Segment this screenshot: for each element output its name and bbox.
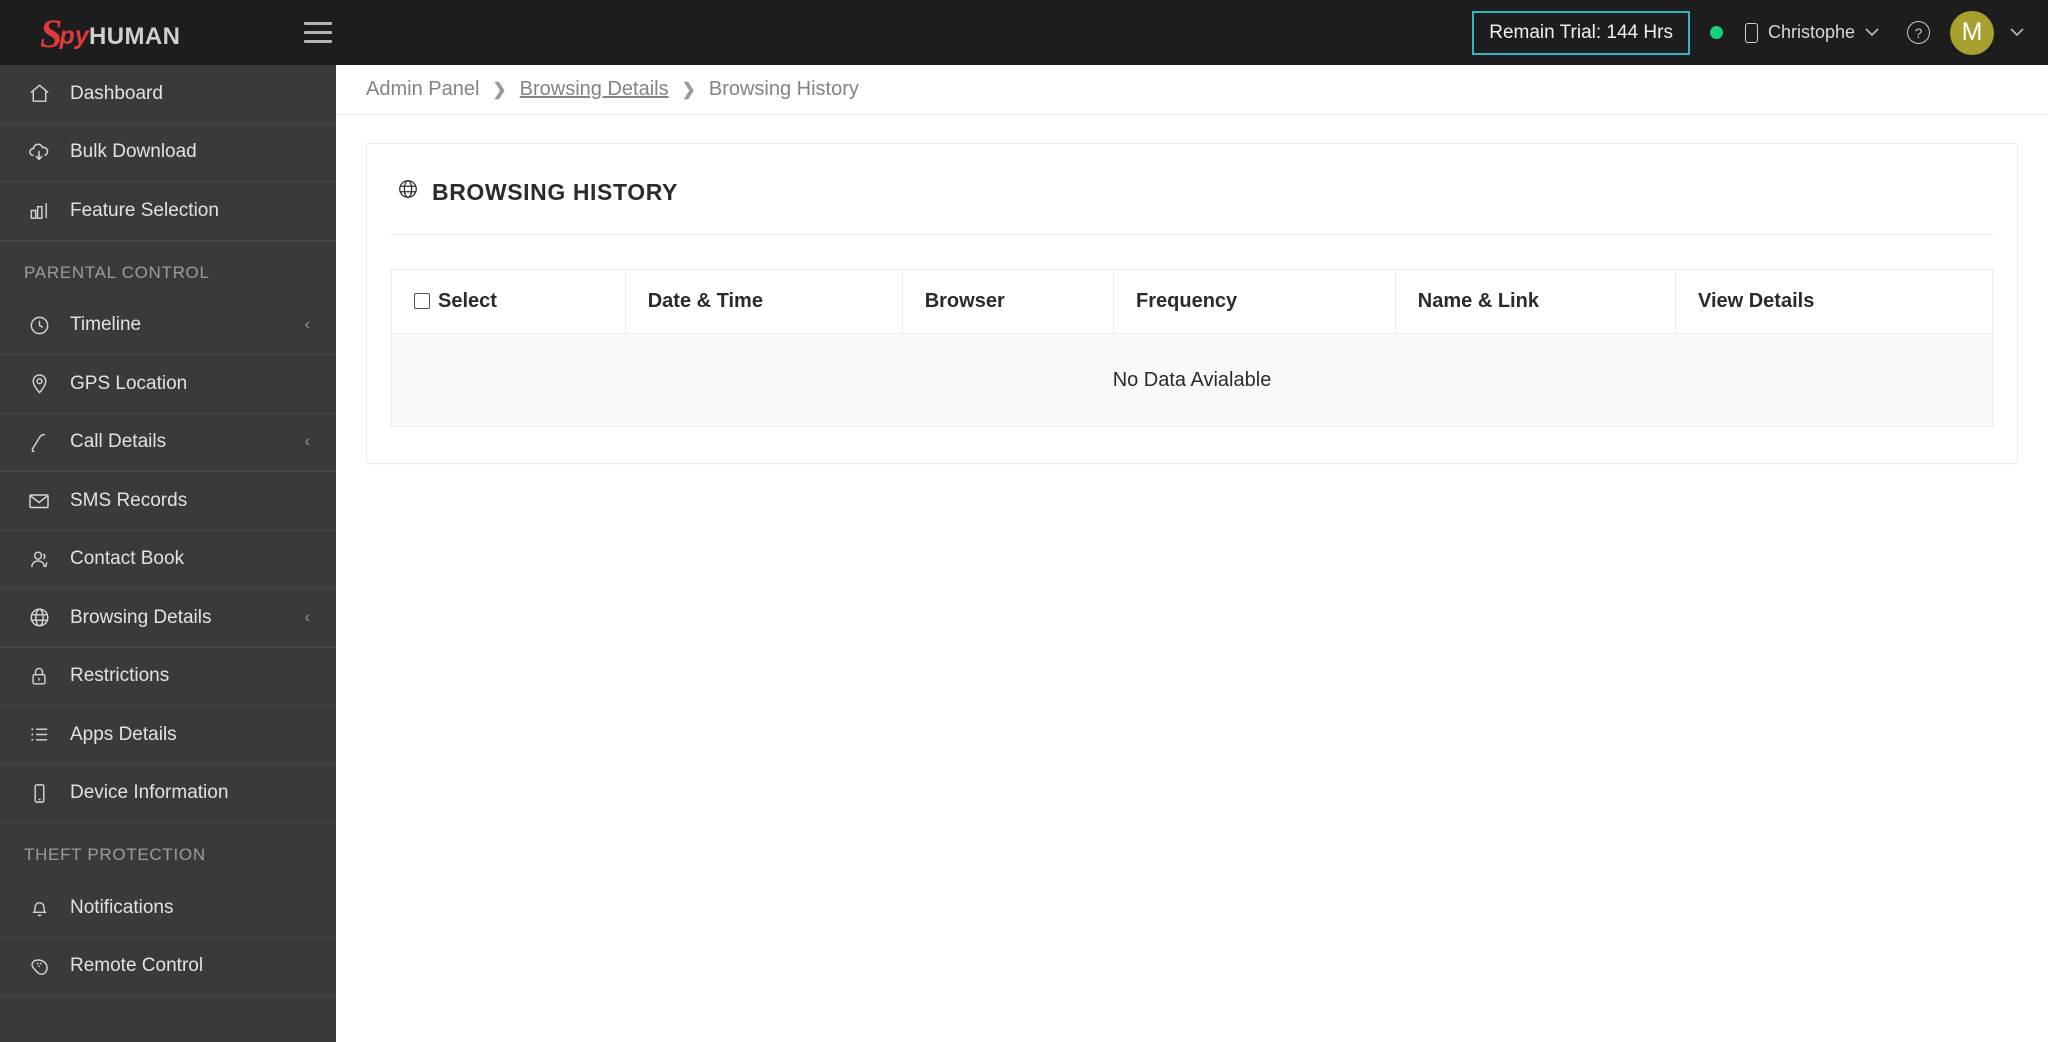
table-container: Select Date & Time Browser Frequency Nam… — [367, 235, 2017, 427]
sidebar-item-label: Restrictions — [70, 665, 170, 687]
device-icon — [24, 781, 54, 805]
globe-icon — [397, 178, 419, 206]
lock-icon — [24, 664, 54, 688]
avatar[interactable]: M — [1950, 10, 1994, 55]
table-body: No Data Avialable — [391, 333, 1993, 427]
sidebar-item-sms-records[interactable]: SMS Records — [0, 472, 336, 531]
brand-logo-py: py — [59, 21, 90, 50]
hamburger-bar-3 — [304, 40, 332, 43]
breadcrumb: Admin Panel ❯ Browsing Details ❯ Browsin… — [336, 65, 2048, 115]
breadcrumb-current: Browsing History — [708, 78, 859, 100]
sidebar: Dashboard Bulk Download Feature Selectio… — [0, 65, 336, 1042]
brand-logo-human: HUMAN — [89, 22, 181, 50]
sidebar-item-label: SMS Records — [70, 489, 188, 511]
chevron-down-icon — [1865, 25, 1879, 40]
sidebar-item-restrictions[interactable]: Restrictions — [0, 648, 336, 706]
home-icon — [24, 82, 54, 106]
sidebar-item-label: Bulk Download — [70, 141, 197, 163]
card-header: BROWSING HISTORY — [367, 144, 2017, 206]
sidebar-item-notifications[interactable]: Notifications — [0, 879, 336, 938]
trial-badge[interactable]: Remain Trial: 144 Hrs — [1472, 10, 1690, 55]
chevron-left-icon: ‹ — [304, 608, 310, 626]
browsing-history-card: BROWSING HISTORY Select Date & Time Brow… — [366, 143, 2018, 464]
column-header-frequency: Frequency — [1113, 269, 1396, 334]
status-dot — [1709, 26, 1723, 39]
empty-state-message: No Data Avialable — [391, 333, 1993, 427]
sidebar-item-bulk-download[interactable]: Bulk Download — [0, 124, 336, 182]
sidebar-item-label: Apps Details — [70, 723, 177, 745]
browsing-history-table: Select Date & Time Browser Frequency Nam… — [391, 269, 1994, 427]
chevron-left-icon: ‹ — [304, 316, 310, 334]
column-header-date-time: Date & Time — [624, 269, 903, 334]
sidebar-item-label: GPS Location — [70, 372, 188, 394]
sidebar-item-contact-book[interactable]: Contact Book — [0, 531, 336, 589]
sidebar-item-browsing-details[interactable]: Browsing Details ‹ — [0, 589, 336, 648]
select-all-checkbox[interactable] — [414, 293, 430, 309]
sidebar-item-feature-selection[interactable]: Feature Selection — [0, 182, 336, 241]
breadcrumb-parent-link[interactable]: Browsing Details — [520, 78, 669, 101]
sidebar-item-label: Call Details — [70, 431, 167, 453]
map-pin-icon — [24, 372, 54, 396]
breadcrumb-separator-icon: ❯ — [681, 79, 696, 99]
sidebar-item-label: Feature Selection — [70, 199, 219, 221]
phone-icon — [1744, 22, 1758, 43]
sidebar-item-dashboard[interactable]: Dashboard — [0, 65, 336, 124]
clock-icon — [24, 313, 54, 337]
sidebar-item-apps-details[interactable]: Apps Details — [0, 706, 336, 765]
main-content: Admin Panel ❯ Browsing Details ❯ Browsin… — [336, 65, 2048, 1042]
sidebar-section-parental-control: PARENTAL CONTROL — [24, 262, 210, 282]
column-header-label: Select — [438, 290, 497, 312]
sidebar-item-label: Remote Control — [70, 955, 204, 977]
sidebar-section-theft-protection: THEFT PROTECTION — [24, 845, 206, 864]
envelope-icon — [24, 489, 54, 513]
avatar-chevron-down-icon[interactable] — [2010, 25, 2024, 40]
phone-call-icon — [24, 430, 54, 454]
cloud-download-icon — [24, 140, 54, 164]
sidebar-item-gps-location[interactable]: GPS Location — [0, 355, 336, 414]
brand-logo[interactable]: Spy HUMAN — [0, 0, 336, 65]
brand-logo-text: Spy HUMAN — [40, 10, 181, 56]
column-header-view-details: View Details — [1674, 269, 1994, 334]
topbar-right-group: Remain Trial: 144 Hrs Christophe ? M — [1472, 0, 2048, 65]
sidebar-item-call-details[interactable]: Call Details ‹ — [0, 414, 336, 472]
sidebar-item-remote-control[interactable]: Remote Control — [0, 938, 336, 996]
list-icon — [24, 723, 54, 747]
sidebar-item-timeline[interactable]: Timeline ‹ — [0, 297, 336, 355]
top-bar: Spy HUMAN Remain Trial: 144 Hrs Christoph… — [0, 0, 2048, 65]
page-title: BROWSING HISTORY — [432, 178, 679, 205]
help-circle-icon[interactable]: ? — [1907, 21, 1930, 44]
column-header-name-link: Name & Link — [1394, 269, 1676, 334]
sidebar-item-label: Device Information — [70, 782, 229, 804]
breadcrumb-root[interactable]: Admin Panel — [366, 78, 479, 101]
hamburger-bar-1 — [304, 22, 332, 25]
gamepad-icon — [24, 954, 54, 978]
column-header-browser: Browser — [901, 269, 1115, 334]
column-header-select: Select — [391, 269, 626, 334]
table-empty-row: No Data Avialable — [391, 333, 1993, 427]
hamburger-bar-2 — [304, 31, 332, 34]
sidebar-item-label: Timeline — [70, 314, 142, 336]
contacts-icon — [24, 547, 54, 571]
device-name-label: Christophe — [1767, 22, 1855, 42]
hamburger-icon[interactable] — [304, 18, 336, 48]
sidebar-item-device-information[interactable]: Device Information — [0, 765, 336, 823]
sidebar-item-label: Notifications — [70, 896, 174, 918]
breadcrumb-separator-icon: ❯ — [492, 79, 507, 99]
sidebar-item-label: Dashboard — [70, 82, 163, 104]
globe-icon — [24, 606, 54, 630]
device-selector[interactable]: Christophe — [1744, 22, 1879, 43]
brand-logo-s: S — [40, 10, 63, 56]
sidebar-item-label: Contact Book — [70, 548, 185, 570]
bar-chart-icon — [24, 199, 54, 223]
sidebar-item-label: Browsing Details — [70, 606, 212, 628]
chevron-left-icon: ‹ — [304, 433, 310, 451]
table-header-row: Select Date & Time Browser Frequency Nam… — [391, 269, 1994, 334]
bell-icon — [24, 896, 54, 920]
